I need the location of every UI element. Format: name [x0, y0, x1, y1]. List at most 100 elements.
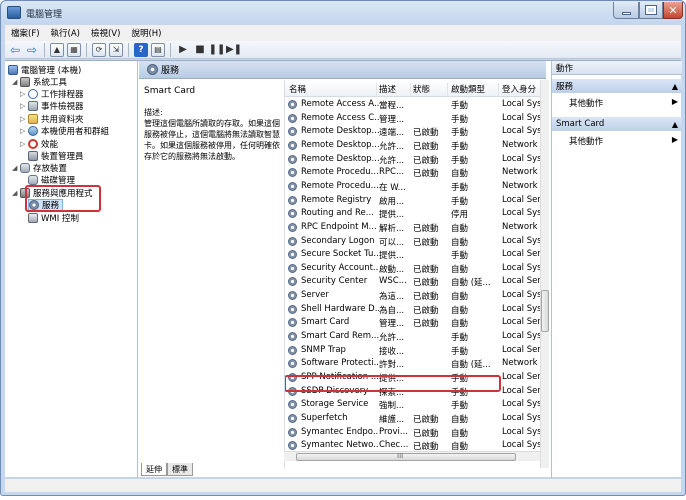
selected-service-title: Smart Card — [144, 86, 196, 96]
service-gear-icon — [288, 154, 297, 164]
expand-icon[interactable]: ▷ — [20, 140, 28, 148]
service-status: 已啟動 — [413, 237, 439, 248]
restart-service-icon[interactable]: ▶❚ — [226, 43, 242, 57]
service-row[interactable]: Remote Desktop... 遠端... 已啟動 手動 Local Sys — [285, 125, 546, 139]
service-gear-icon — [288, 209, 297, 219]
back-icon[interactable]: ⇦ — [8, 43, 22, 57]
horizontal-scrollbar[interactable]: III — [284, 451, 540, 461]
refresh-icon[interactable]: ⟳ — [92, 42, 106, 57]
service-row[interactable]: Routing and Re... 提供... 停用 Local Sys — [285, 207, 546, 221]
service-row[interactable]: Secure Socket Tu... 提供... 手動 Local Ser — [285, 248, 546, 262]
service-row[interactable]: Smart Card Rem... 允許... 手動 Local Sys — [285, 330, 546, 344]
service-row[interactable]: RPC Endpoint M... 解析... 已啟動 自動 Network — [285, 221, 546, 235]
tree-item-device-manager[interactable]: 裝置管理員 — [28, 150, 84, 162]
service-name: Remote Procedu... — [301, 180, 379, 191]
tab-extended[interactable]: 延伸 — [141, 463, 167, 476]
service-row[interactable]: SNMP Trap 接收... 手動 Local Ser — [285, 344, 546, 358]
toolbar: ⇦ ⇨ ▲ ▦ ⟳ ⇲ ? ▤ ▶ ■ ❚❚ ▶❚ — [5, 41, 681, 59]
section-label: 服務 — [556, 82, 574, 92]
tree-item-performance[interactable]: ▷ 效能 — [20, 138, 58, 150]
service-row[interactable]: Remote Procedu... RPC... 已啟動 自動 Network — [285, 166, 546, 180]
service-name: Symantec Netwo... — [301, 440, 379, 451]
service-gear-icon — [288, 236, 297, 246]
service-desc: 維護... — [379, 414, 405, 425]
description-label: 描述: — [144, 108, 163, 117]
collapse-icon[interactable]: ◢ — [12, 164, 20, 172]
service-row[interactable]: Remote Procedu... 在 W... 手動 Network — [285, 180, 546, 194]
expand-icon[interactable]: ▷ — [20, 115, 28, 123]
service-row[interactable]: Remote Desktop... 允許... 已啟動 手動 Network — [285, 139, 546, 153]
collapse-up-icon[interactable]: ▲ — [672, 120, 678, 129]
service-row[interactable]: Symantec Endpo... Provi... 已啟動 自動 Local Sys — [285, 426, 546, 440]
service-row[interactable]: Superfetch 維護... 已啟動 自動 Local Sys — [285, 412, 546, 426]
service-startup: 手動 — [451, 182, 469, 193]
expand-icon[interactable]: ▷ — [20, 90, 28, 98]
service-row[interactable]: Secondary Logon 可以... 已啟動 自動 Local Sys — [285, 235, 546, 249]
service-name: Server — [301, 290, 329, 301]
service-startup: 自動 — [451, 319, 469, 330]
service-startup: 手動 — [451, 196, 469, 207]
highlight-box-services-node — [25, 185, 101, 212]
collapse-icon[interactable]: ◢ — [12, 78, 20, 86]
service-row[interactable]: Shell Hardware D... 為自... 已啟動 自動 Local Sys — [285, 303, 546, 317]
service-startup: 手動 — [451, 128, 469, 139]
menu-help[interactable]: 說明(H) — [125, 27, 166, 39]
service-row[interactable]: Software Protecti... 許對... 自動 (延... Network — [285, 357, 546, 371]
more-actions-services[interactable]: 其他動作 ▶ — [552, 97, 682, 110]
maximize-button[interactable] — [639, 2, 663, 19]
tree-item-root[interactable]: 電腦管理 (本機) — [8, 64, 81, 76]
up-folder-icon[interactable]: ▲ — [50, 42, 64, 57]
properties-icon[interactable]: ▤ — [151, 42, 165, 57]
submenu-arrow-icon: ▶ — [671, 135, 678, 144]
collapse-up-icon[interactable]: ▲ — [672, 82, 678, 91]
service-startup: 手動 — [451, 141, 469, 152]
service-row[interactable]: Remote Registry 啟用... 手動 Local Ser — [285, 194, 546, 208]
vertical-scroll-thumb[interactable] — [541, 290, 549, 332]
column-name[interactable]: 名稱 — [289, 83, 377, 97]
service-row[interactable]: Storage Service 強制... 手動 Local Sys — [285, 398, 546, 412]
show-hide-tree-icon[interactable]: ▦ — [67, 42, 81, 57]
close-button[interactable]: ✕ — [663, 2, 683, 19]
service-gear-icon — [288, 304, 297, 314]
tree-item-system-tools[interactable]: ◢ 系統工具 — [12, 76, 67, 88]
menu-action[interactable]: 執行(A) — [45, 27, 85, 39]
export-list-icon[interactable]: ⇲ — [109, 42, 123, 57]
column-startup-type[interactable]: 啟動類型 — [451, 83, 499, 97]
minimize-button[interactable] — [613, 2, 639, 19]
expand-icon[interactable]: ▷ — [20, 127, 28, 135]
service-row[interactable]: Security Center WSC... 已啟動 自動 (延... Local Se… — [285, 275, 546, 289]
service-row[interactable]: Server 為這... 已啟動 自動 Local Sys — [285, 289, 546, 303]
tree-item-storage[interactable]: ◢ 存放裝置 — [12, 162, 67, 174]
start-service-icon[interactable]: ▶ — [176, 43, 190, 57]
tree-item-shared-folders[interactable]: ▷ 共用資料夾 — [20, 113, 84, 125]
service-row[interactable]: Remote Desktop... 允許... 已啟動 手動 Local Sys — [285, 153, 546, 167]
tree-item-local-users[interactable]: ▷ 本機使用者和群組 — [20, 125, 109, 137]
stop-service-icon[interactable]: ■ — [193, 43, 207, 57]
expand-icon[interactable]: ▷ — [20, 102, 28, 110]
forward-icon[interactable]: ⇨ — [25, 43, 39, 57]
menu-file[interactable]: 檔案(F) — [5, 27, 45, 39]
service-row[interactable]: Remote Access C... 管理... 手動 Local Sys — [285, 112, 546, 126]
column-status[interactable]: 狀態 — [413, 83, 448, 97]
service-startup: 自動 — [451, 305, 469, 316]
help-icon[interactable]: ? — [134, 42, 148, 57]
service-name: SNMP Trap — [301, 344, 346, 355]
tree-item-task-scheduler[interactable]: ▷ 工作排程器 — [20, 88, 84, 100]
column-description[interactable]: 描述 — [379, 83, 411, 97]
collapse-icon[interactable]: ◢ — [12, 189, 20, 197]
vertical-scrollbar[interactable] — [540, 80, 549, 468]
tab-standard[interactable]: 標準 — [167, 463, 193, 476]
actions-section-smart-card[interactable]: Smart Card ▲ — [552, 117, 682, 131]
actions-section-services[interactable]: 服務 ▲ — [552, 79, 682, 93]
horizontal-scroll-thumb[interactable]: III — [296, 452, 516, 461]
more-actions-smart-card[interactable]: 其他動作 ▶ — [552, 135, 682, 148]
service-row[interactable]: Remote Access A... 當程... 手動 Local Sys — [285, 98, 546, 112]
pause-service-icon[interactable]: ❚❚ — [209, 43, 226, 57]
service-row[interactable]: Security Account... 啟動... 已啟動 自動 Local Sys — [285, 262, 546, 276]
service-gear-icon — [288, 250, 297, 260]
tree-item-wmi[interactable]: WMI 控制 — [28, 212, 79, 224]
service-row[interactable]: Smart Card 管理... 已啟動 自動 Local Ser — [285, 316, 546, 330]
menu-view[interactable]: 檢視(V) — [85, 27, 125, 39]
service-startup: 手動 — [451, 346, 469, 357]
tree-item-event-viewer[interactable]: ▷ 事件檢視器 — [20, 100, 84, 112]
